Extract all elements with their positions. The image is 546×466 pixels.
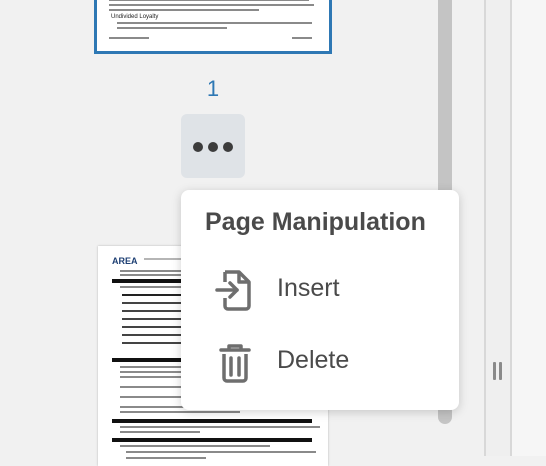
delete-label: Delete xyxy=(277,346,350,374)
page-manipulation-menu: Page Manipulation Insert Delete xyxy=(181,190,459,410)
more-dot-icon xyxy=(193,142,203,152)
thumbnail-logo: AREA xyxy=(112,256,138,266)
side-panel-edge xyxy=(512,0,546,456)
page-options-button[interactable] xyxy=(181,114,245,178)
more-dot-icon xyxy=(223,142,233,152)
thumbnail-bullet-text: Undivided Loyalty xyxy=(111,14,159,20)
delete-menu-item[interactable]: Delete xyxy=(181,330,459,390)
insert-label: Insert xyxy=(277,274,340,302)
insert-page-icon xyxy=(213,268,257,312)
trash-icon xyxy=(213,340,257,384)
more-dot-icon xyxy=(208,142,218,152)
insert-menu-item[interactable]: Insert xyxy=(181,258,459,318)
page-number-label: 1 xyxy=(206,76,220,101)
selected-page-thumbnail[interactable]: Undivided Loyalty xyxy=(94,0,332,54)
menu-title: Page Manipulation xyxy=(205,208,426,236)
resize-handle-icon[interactable] xyxy=(492,362,504,382)
document-view-edge xyxy=(486,0,510,456)
